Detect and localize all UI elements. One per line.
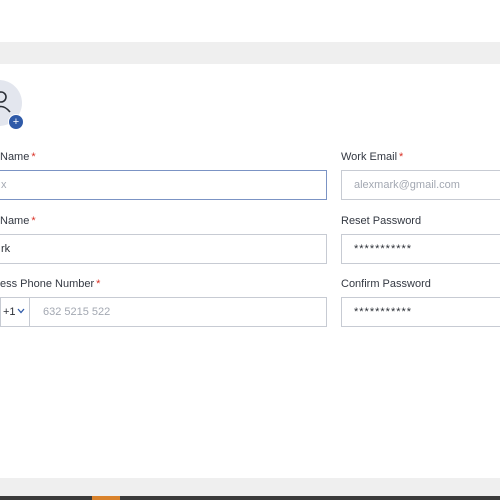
reset-password-value: *********** bbox=[354, 243, 413, 255]
phone-label: ess Phone Number * bbox=[0, 278, 101, 290]
confirm-password-field[interactable]: *********** bbox=[341, 297, 500, 327]
first-name-label: Name * bbox=[0, 151, 36, 163]
last-name-value: rk bbox=[1, 243, 11, 255]
user-icon bbox=[0, 91, 11, 113]
first-name-placeholder: x bbox=[1, 179, 7, 191]
top-strip bbox=[0, 0, 500, 42]
last-name-field[interactable]: rk bbox=[0, 234, 327, 264]
work-email-field[interactable]: alexmark@gmail.com bbox=[341, 170, 500, 200]
confirm-password-value: *********** bbox=[354, 306, 413, 318]
phone-field: +1 632 5215 522 bbox=[0, 297, 327, 327]
first-name-field[interactable]: x bbox=[0, 170, 327, 200]
add-photo-button[interactable]: + bbox=[8, 114, 24, 130]
profile-form-card bbox=[0, 64, 500, 478]
plus-icon: + bbox=[12, 116, 20, 128]
taskbar-accent bbox=[92, 496, 120, 500]
toolbar-band bbox=[0, 42, 500, 65]
country-code-value: +1 bbox=[3, 306, 16, 318]
confirm-password-label: Confirm Password bbox=[341, 278, 431, 290]
chevron-down-icon bbox=[17, 308, 25, 314]
phone-number-input[interactable]: 632 5215 522 bbox=[43, 298, 110, 326]
reset-password-label: Reset Password bbox=[341, 215, 422, 227]
last-name-label: Name * bbox=[0, 215, 36, 227]
country-code-select[interactable]: +1 bbox=[1, 298, 30, 326]
taskbar-strip bbox=[0, 496, 500, 500]
reset-password-field[interactable]: *********** bbox=[341, 234, 500, 264]
profile-form-page: + Name * x Name * rk ess Phone Number * +1 … bbox=[0, 0, 500, 500]
work-email-placeholder: alexmark@gmail.com bbox=[354, 179, 460, 191]
work-email-label: Work Email * bbox=[341, 151, 404, 163]
